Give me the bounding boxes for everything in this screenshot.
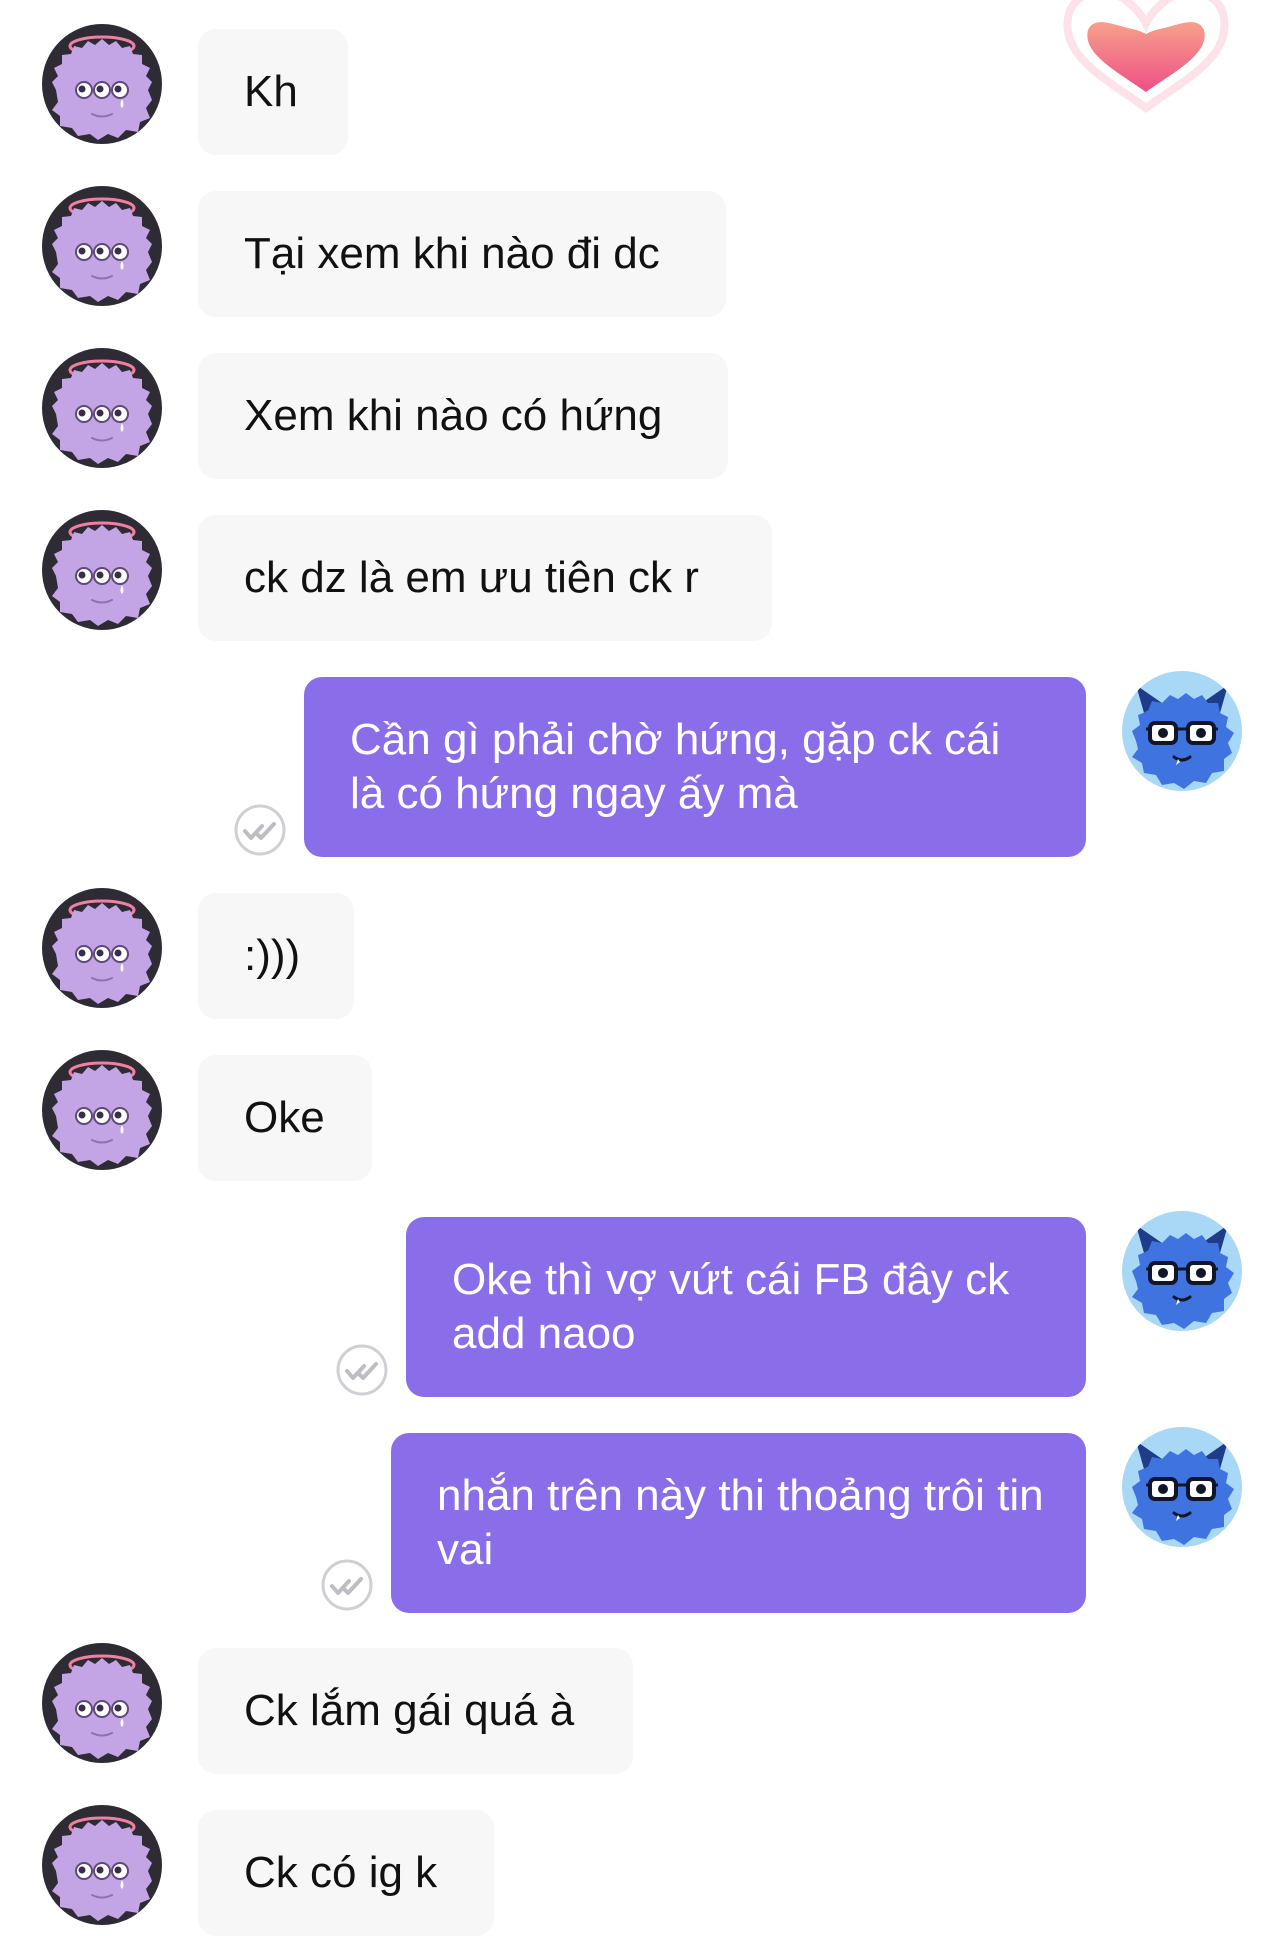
message-text: Oke thì vợ vứt cái FB đây ck add naoo: [452, 1255, 1010, 1358]
contact-avatar[interactable]: [42, 1643, 162, 1763]
message-text: Ck có ig k: [244, 1848, 438, 1897]
my-avatar[interactable]: [1122, 1211, 1242, 1331]
message-text: Oke: [244, 1093, 325, 1142]
purple-monster-avatar-icon: [42, 24, 162, 144]
message-text: ck dz là em ưu tiên ck r: [244, 553, 699, 602]
purple-monster-avatar-icon: [42, 1805, 162, 1925]
incoming-message-bubble[interactable]: ck dz là em ưu tiên ck r: [198, 515, 772, 641]
incoming-message-bubble[interactable]: Tại xem khi nào đi dc: [198, 191, 726, 317]
seen-checkmark-icon: [233, 803, 287, 857]
my-avatar[interactable]: [1122, 1427, 1242, 1547]
contact-avatar[interactable]: [42, 24, 162, 144]
incoming-message-bubble[interactable]: Ck có ig k: [198, 1810, 494, 1936]
message-text: Kh: [244, 67, 298, 116]
incoming-message-bubble[interactable]: Oke: [198, 1055, 372, 1181]
my-avatar[interactable]: [1122, 671, 1242, 791]
outgoing-message-bubble[interactable]: Cần gì phải chờ hứng, gặp ck cái là có h…: [304, 677, 1086, 857]
incoming-message-bubble[interactable]: Kh: [198, 29, 348, 155]
purple-monster-avatar-icon: [42, 888, 162, 1008]
contact-avatar[interactable]: [42, 186, 162, 306]
contact-avatar[interactable]: [42, 1805, 162, 1925]
purple-monster-avatar-icon: [42, 1643, 162, 1763]
contact-avatar[interactable]: [42, 348, 162, 468]
contact-avatar[interactable]: [42, 888, 162, 1008]
incoming-message-bubble[interactable]: Xem khi nào có hứng: [198, 353, 728, 479]
purple-monster-avatar-icon: [42, 348, 162, 468]
message-text: Ck lắm gái quá à: [244, 1686, 575, 1735]
seen-checkmark-icon: [320, 1558, 374, 1612]
chat-thread[interactable]: Kh Tại xem khi nào đi dc Xem khi nào có …: [0, 0, 1284, 1936]
heart-reaction-icon[interactable]: [1048, 0, 1244, 130]
purple-monster-avatar-icon: [42, 510, 162, 630]
outgoing-message-bubble[interactable]: nhắn trên này thi thoảng trôi tin vai: [391, 1433, 1086, 1613]
incoming-message-bubble[interactable]: Ck lắm gái quá à: [198, 1648, 633, 1774]
incoming-message-bubble[interactable]: :))): [198, 893, 354, 1019]
message-text: :))): [244, 931, 301, 980]
message-text: nhắn trên này thi thoảng trôi tin vai: [437, 1471, 1044, 1574]
contact-avatar[interactable]: [42, 1050, 162, 1170]
message-text: Xem khi nào có hứng: [244, 391, 663, 440]
blue-monster-avatar-icon: [1122, 671, 1242, 791]
purple-monster-avatar-icon: [42, 1050, 162, 1170]
message-text: Cần gì phải chờ hứng, gặp ck cái là có h…: [350, 715, 1001, 818]
purple-monster-avatar-icon: [42, 186, 162, 306]
seen-checkmark-icon: [335, 1343, 389, 1397]
blue-monster-avatar-icon: [1122, 1427, 1242, 1547]
contact-avatar[interactable]: [42, 510, 162, 630]
outgoing-message-bubble[interactable]: Oke thì vợ vứt cái FB đây ck add naoo: [406, 1217, 1086, 1397]
blue-monster-avatar-icon: [1122, 1211, 1242, 1331]
message-text: Tại xem khi nào đi dc: [244, 229, 660, 278]
